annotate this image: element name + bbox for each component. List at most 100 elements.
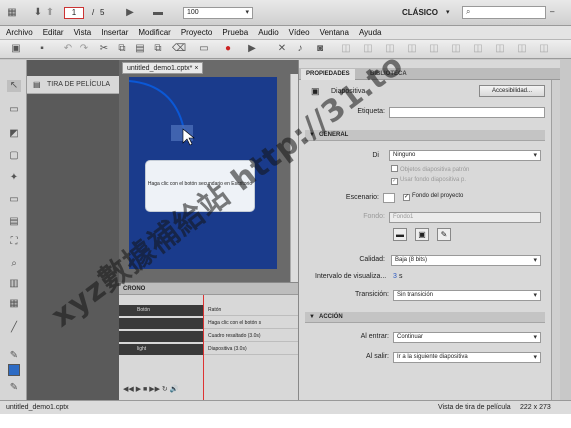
timeline-row-item: Ratón [208,307,222,313]
playback-controls[interactable]: ◀◀ ▶ ■ ▶▶ ↻ 🔊 [123,385,178,393]
stage-color-swatch[interactable] [383,193,395,203]
master-objects-label: Objetos diapositiva patrón [400,167,470,173]
accessibility-button[interactable]: Accesibilidad... [479,85,545,97]
arrow-up-icon[interactable]: ⬆ [44,7,56,19]
general-section-header[interactable]: ▼ GENERAL [305,130,545,141]
align-icon-6[interactable]: ◫ [450,43,462,55]
menu-modificar[interactable]: Modificar [138,28,170,37]
timeline-row[interactable]: Haga clic con el botón s [119,318,298,329]
redo-icon[interactable]: ↷ [78,43,90,55]
action-section-title: ACCIÓN [319,314,343,320]
folder-icon[interactable]: ▬ [152,7,164,19]
timeline-row[interactable]: Botón Ratón [119,305,298,316]
project-bg-checkbox[interactable]: ✓ Fondo del proyecto [403,193,463,201]
paste-icon[interactable]: ▤ [134,43,146,55]
fill-color-swatch[interactable] [8,364,20,376]
menu-archivo[interactable]: Archivo [6,28,33,37]
label-input[interactable] [389,107,545,118]
interval-value[interactable]: 3 [393,273,397,280]
zoom-select[interactable]: 100 [183,7,253,19]
menu-ayuda[interactable]: Ayuda [359,28,382,37]
status-view: Vista de tira de película [438,404,511,411]
preview-icon[interactable]: ▶ [246,43,258,55]
audio-icon[interactable]: ♪ [294,43,306,55]
playhead[interactable] [203,295,204,401]
align-icon-8[interactable]: ◫ [494,43,506,55]
master-bg-checkbox[interactable]: ✓ Usar fondo diapositiva p. [391,177,466,185]
duplicate-icon[interactable]: ⧉ [152,43,164,55]
select-tool-icon[interactable]: ↖ [7,80,21,92]
align-icon-5[interactable]: ◫ [428,43,440,55]
filmstrip-icon: ▤ [33,80,41,89]
line-tool-icon[interactable]: ╱ [7,322,21,334]
folder-icon[interactable]: ▬ [393,228,407,241]
button-tool-icon[interactable]: ▭ [7,194,21,206]
timeline-row[interactable]: Cuadro resaltado (3.0s) [119,331,298,342]
tools-icon[interactable]: ✕ [276,43,288,55]
menu-video[interactable]: Vídeo [289,28,310,37]
record-icon[interactable]: ● [222,43,234,55]
trash-icon[interactable]: ▣ [415,228,429,241]
menu-prueba[interactable]: Prueba [222,28,248,37]
menu-proyecto[interactable]: Proyecto [181,28,213,37]
cut-icon[interactable]: ✂ [98,43,110,55]
menu-insertar[interactable]: Insertar [101,28,128,37]
filmstrip-panel: ▤ TIRA DE PELÍCULA [27,60,119,400]
delete-icon[interactable]: ⌫ [172,43,186,55]
align-icon-4[interactable]: ◫ [406,43,418,55]
click-box-tool-icon[interactable]: ✦ [7,172,21,184]
action-section-header[interactable]: ▼ ACCIÓN [305,312,545,323]
document-icon[interactable]: ▦ [6,7,18,19]
new-icon[interactable]: ▣ [10,43,22,55]
save-icon[interactable]: ▪ [36,43,48,55]
transition-select[interactable]: Sin transición [393,290,541,301]
search-input[interactable]: ⌕ [462,6,546,19]
workspace-label[interactable]: CLÁSICO [402,8,438,17]
camera-icon[interactable]: ◙ [314,43,326,55]
menu-vista[interactable]: Vista [74,28,92,37]
document-tab-title: untitled_demo1.cptx* [127,65,193,72]
minimize-icon[interactable]: – [550,7,558,16]
menu-editar[interactable]: Editar [43,28,64,37]
design-label: Di [372,152,379,159]
document-tab[interactable]: untitled_demo1.cptx* × [122,62,204,74]
menu-audio[interactable]: Audio [258,28,278,37]
edit-icon[interactable]: ✎ [437,228,451,241]
rollover-tool-icon[interactable]: ◩ [7,128,21,140]
highlight-tool-icon[interactable]: ▢ [7,150,21,162]
background-input[interactable]: Fondo1 [389,212,541,223]
align-icon-1[interactable]: ◫ [340,43,352,55]
pen-tool-icon[interactable]: ✎ [7,350,21,362]
slide-icon[interactable]: ▭ [198,43,210,55]
workspace-dropdown-icon[interactable]: ▾ [446,8,450,16]
master-objects-checkbox[interactable]: Objetos diapositiva patrón [391,165,469,173]
align-icon-7[interactable]: ◫ [472,43,484,55]
quality-select[interactable]: Baja (8 bits) [391,255,541,266]
on-enter-select[interactable]: Continuar [393,332,541,343]
design-select[interactable]: Ninguno [389,150,541,161]
menu-bar: Archivo Editar Vista Insertar Modificar … [0,26,571,40]
close-icon[interactable]: × [194,65,198,72]
copy-icon[interactable]: ⧉ [116,43,128,55]
image-tool-icon[interactable]: ⛶ [7,236,21,248]
arrow-down-icon[interactable]: ⬇ [32,7,44,19]
on-exit-select[interactable]: Ir a la siguiente diapositiva [393,352,541,363]
interval-unit: s [399,273,403,280]
bottom-margin [0,414,571,428]
caption-tool-icon[interactable]: ▭ [7,104,21,116]
animation-tool-icon[interactable]: ▥ [7,278,21,290]
properties-scrollbar[interactable] [551,80,560,400]
text-entry-tool-icon[interactable]: ▤ [7,216,21,228]
quality-label: Calidad: [359,256,385,263]
timeline-row[interactable]: light Diapositiva (3.0s) [119,344,298,355]
film-icon[interactable]: ▶ [124,7,136,19]
project-bg-label: Fondo del proyecto [412,193,464,199]
widget-tool-icon[interactable]: ▦ [7,298,21,310]
zoom-tool-icon[interactable]: ⌕ [7,258,21,270]
undo-icon[interactable]: ↶ [62,43,74,55]
stroke-tool-icon[interactable]: ✎ [7,382,21,394]
page-number-input[interactable]: 1 [64,7,84,19]
align-icon-10[interactable]: ◫ [538,43,550,55]
align-icon-9[interactable]: ◫ [516,43,528,55]
menu-ventana[interactable]: Ventana [320,28,349,37]
